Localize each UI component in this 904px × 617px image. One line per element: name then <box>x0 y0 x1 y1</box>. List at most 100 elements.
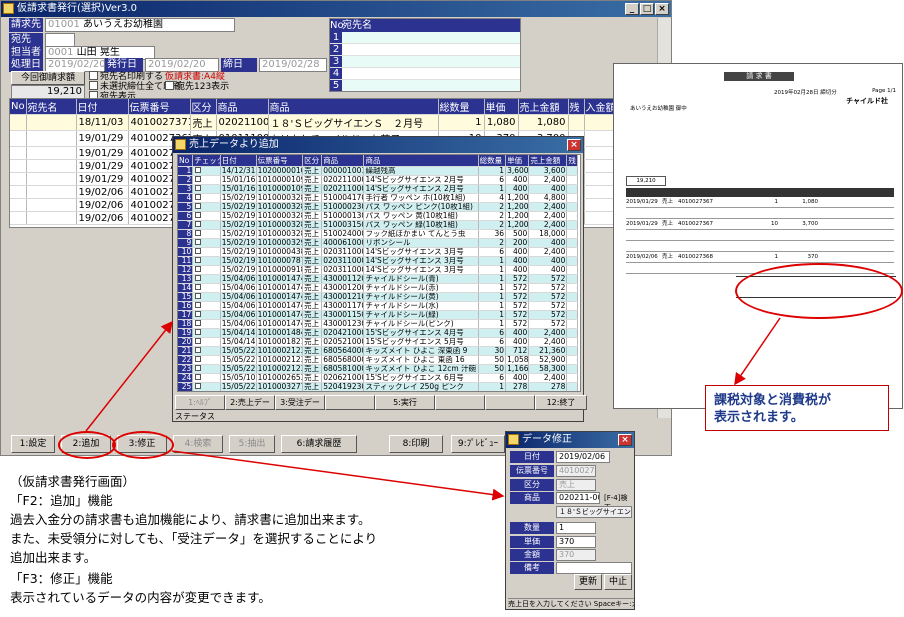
add-table-row[interactable]: 10 15/02/19 1010000438 売上 020311000 14'Sビッグサイ… <box>178 247 578 257</box>
add-dialog-close-button[interactable]: × <box>567 139 581 151</box>
cancel-button[interactable]: 中止 <box>604 574 632 590</box>
add-table-row[interactable]: 3 15/01/16 1010000109 売上 020211000 14'Sビッグサイエ… <box>178 184 578 194</box>
add-row-checkbox[interactable] <box>192 283 221 293</box>
add-table-row[interactable]: 11 15/02/19 1010000787 売上 020311000 14'Sビッグサイ… <box>178 256 578 266</box>
edit-field-kubun[interactable]: 売上 <box>556 479 596 491</box>
add-row-checkbox[interactable] <box>192 337 221 347</box>
add-table-row[interactable]: 22 15/05/22 1010002123 売上 680568000 キッズメイト ひよ… <box>178 355 578 365</box>
edit-field-shohin_code[interactable]: 020211-000 <box>556 492 600 504</box>
edit-field-tanka[interactable]: 370 <box>556 536 596 548</box>
add-row-checkbox[interactable] <box>192 193 221 203</box>
add-table-row[interactable]: 1 14/12/31 1020000010 売上 000001001 繰越残高 1 3,600… <box>178 166 578 176</box>
checkbox-icon[interactable] <box>195 275 202 281</box>
checkbox-icon[interactable] <box>195 230 202 236</box>
checkbox-icon[interactable] <box>195 239 202 245</box>
checkbox-icon[interactable] <box>195 374 202 380</box>
add-row-checkbox[interactable] <box>192 256 221 266</box>
checkbox-icon[interactable] <box>195 356 202 362</box>
add-table-row[interactable]: 7 15/02/19 1010000328 売上 510003150 パス ワッペン 緑(… <box>178 220 578 230</box>
checkbox-icon[interactable] <box>195 347 202 353</box>
checkbox-icon[interactable] <box>195 266 202 272</box>
shori-date-field[interactable]: 2019/02/20 <box>45 58 105 72</box>
edit-field-date[interactable]: 2019/02/06 <box>556 451 610 463</box>
add-row-checkbox[interactable] <box>192 247 221 257</box>
add-table-row[interactable]: 26 15/05/221010003277売上520419210スティックレイ 2… <box>178 392 578 393</box>
add-fkey-3[interactable]: 3:受注デー <box>275 395 325 410</box>
add-row-checkbox[interactable] <box>192 346 221 356</box>
add-row-checkbox[interactable] <box>192 175 221 185</box>
add-table-row[interactable]: 21 15/05/22 1010002123 売上 680564000 キッズメイト ひよ… <box>178 346 578 356</box>
checkbox-icon[interactable] <box>195 203 202 209</box>
add-table-row[interactable]: 5 15/02/19 1010000328 売上 510000230 パス ワッペン ピン… <box>178 202 578 212</box>
atesaki-field[interactable] <box>45 33 75 47</box>
checkbox-icon[interactable] <box>195 383 202 389</box>
add-table-row[interactable]: 19 15/04/14 1010001484 売上 020421000 15'Sビッグサイ… <box>178 328 578 338</box>
checkbox-icon[interactable] <box>195 185 202 191</box>
edit-dialog-close-button[interactable]: × <box>618 434 632 446</box>
atesaki-row[interactable]: 1 <box>330 32 520 44</box>
atesaki-row[interactable]: 2 <box>330 44 520 56</box>
add-table-row[interactable]: 6 15/02/19 1010000328 売上 510000130 パス ワッペン 黄(… <box>178 211 578 221</box>
checkbox-icon[interactable] <box>195 257 202 263</box>
atesaki-row[interactable]: 5 <box>330 80 520 91</box>
shime-date-field[interactable]: 2019/02/28 <box>259 58 327 72</box>
add-fkey-1[interactable]: 1:ﾍﾙﾌﾟ <box>175 395 225 410</box>
close-button[interactable]: × <box>655 3 669 15</box>
add-row-checkbox[interactable] <box>192 229 221 239</box>
checkbox-icon[interactable] <box>195 329 202 335</box>
add-table-row[interactable]: 16 15/04/06 1010001474 売上 430001170 チャイルドシール(… <box>178 301 578 311</box>
add-table-row[interactable]: 4 15/02/19 1010000328 売上 510004170 手行者 ワッペン ホ… <box>178 193 578 203</box>
add-row-checkbox[interactable] <box>192 220 221 230</box>
add-table-row[interactable]: 17 15/04/06 1010001474 売上 430001150 チャイルドシール(… <box>178 310 578 320</box>
atesaki-row[interactable]: 4 <box>330 68 520 80</box>
add-row-checkbox[interactable] <box>192 355 221 365</box>
add-table-row[interactable]: 20 15/04/14 1010001821 売上 020521000 15'Sビッグサイ… <box>178 337 578 347</box>
add-table-row[interactable]: 15 15/04/06 1010001474 売上 430001210 チャイルドシール(… <box>178 292 578 302</box>
add-row-checkbox[interactable] <box>192 274 221 284</box>
add-table-row[interactable]: 23 15/05/22 1010002123 売上 680581000 キッズメイト ひよ… <box>178 364 578 374</box>
add-table-row[interactable]: 9 15/02/19 1010000329 売上 400061000 リボンシール 2 200… <box>178 238 578 248</box>
table-row[interactable]: 18/11/034010027371売上020211000１８'Ｓビッグサイエン… <box>10 114 651 131</box>
checkbox-icon[interactable] <box>195 320 202 326</box>
add-row-checkbox[interactable] <box>192 292 221 302</box>
checkbox-icon[interactable] <box>195 338 202 344</box>
atesaki-list[interactable]: No宛先名 123456 <box>329 18 521 92</box>
add-table-row[interactable]: 25 15/05/22 1010003277 売上 520419230 スティックレイ 2… <box>178 382 578 391</box>
checkbox-icon[interactable] <box>195 212 202 218</box>
checkbox-icon[interactable] <box>195 302 202 308</box>
add-row-checkbox[interactable] <box>192 265 221 275</box>
checkbox-icon[interactable] <box>195 194 202 200</box>
konkai-button[interactable]: 今回御請求額 <box>11 71 85 85</box>
add-table-row[interactable]: 24 15/05/10 1010002653 売上 020621000 15'Sビッグサイ… <box>178 373 578 383</box>
add-table-row[interactable]: 14 15/04/06 1010001474 売上 430001200 チャイルドシール(… <box>178 283 578 293</box>
add-grid[interactable]: Noチェック日付伝票番号区分商品商品総数量単価売上金額残114/12/31102… <box>177 154 581 392</box>
add-fkey-8[interactable]: 12:終了 <box>535 395 587 410</box>
atesaki-row[interactable]: 3 <box>330 56 520 68</box>
add-row-checkbox[interactable] <box>192 301 221 311</box>
add-fkey-2[interactable]: 2:売上デー <box>225 395 275 410</box>
checkbox-icon[interactable] <box>195 311 202 317</box>
add-row-checkbox[interactable] <box>192 202 221 212</box>
add-table-row[interactable]: 18 15/04/06 1010001474 売上 430001230 チャイルドシール(… <box>178 319 578 329</box>
fkey-1[interactable]: 1:設定 <box>11 435 55 453</box>
add-table-row[interactable]: 12 15/02/19 1010000918 売上 020311000 14'Sビッグサイ… <box>178 265 578 275</box>
add-row-checkbox[interactable] <box>192 319 221 329</box>
checkbox-icon[interactable] <box>195 176 202 182</box>
edit-field-kingaku[interactable]: 370 <box>556 549 596 561</box>
checkbox-icon[interactable] <box>195 167 202 173</box>
fkey-6[interactable]: 6:請求履歴 <box>281 435 357 453</box>
chk-show-123[interactable]: 宛先123表示 <box>165 81 229 93</box>
fkey-4[interactable]: 4:検索 <box>173 435 223 453</box>
add-row-checkbox[interactable] <box>192 310 221 320</box>
add-row-checkbox[interactable] <box>192 211 221 221</box>
checkbox-icon[interactable] <box>195 248 202 254</box>
maximize-button[interactable]: □ <box>640 3 654 15</box>
checkbox-icon[interactable] <box>195 365 202 371</box>
add-fkey-5[interactable]: 5:実行 <box>375 395 435 410</box>
add-table-row[interactable]: 2 15/01/16 1010000109 売上 020211000 14'Sビッグサイエ… <box>178 175 578 185</box>
add-table-row[interactable]: 13 15/04/06 1010001474 売上 430001120 チャイルドシール(… <box>178 274 578 284</box>
update-button[interactable]: 更新 <box>574 574 602 590</box>
edit-field-denpyo[interactable]: 4010027368 <box>556 465 596 477</box>
checkbox-icon[interactable] <box>195 284 202 290</box>
checkbox-icon[interactable] <box>195 221 202 227</box>
